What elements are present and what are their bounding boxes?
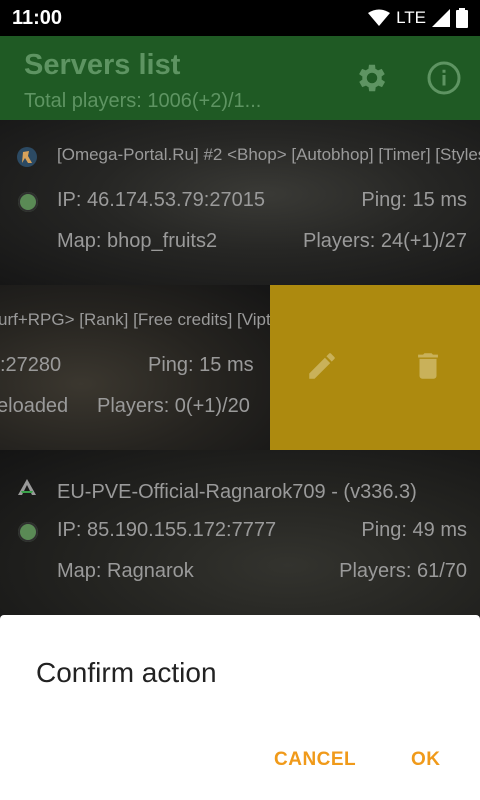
battery-icon	[456, 8, 468, 28]
status-time: 11:00	[12, 7, 63, 29]
wifi-icon	[368, 9, 391, 26]
server-name: [Omega-Portal.Ru] #2 <Bhop> [Autobhop] […	[57, 145, 480, 164]
server-ip: :27280	[0, 354, 62, 376]
signal-icon	[432, 9, 450, 27]
server-name: urf+RPG> [Rank] [Free credits] [Viptest]	[0, 310, 299, 329]
server-map: Map: bhop_fruits2	[57, 230, 218, 252]
server-card[interactable]: EU-PVE-Official-Ragnarok709 - (v336.3) I…	[0, 450, 480, 615]
settings-icon[interactable]	[354, 60, 390, 96]
server-ping: Ping: 15 ms	[361, 189, 467, 211]
server-ping: Ping: 15 ms	[148, 354, 254, 376]
server-map: eloaded	[0, 395, 69, 417]
server-ping: Ping: 49 ms	[361, 519, 467, 541]
server-ip: IP: 46.174.53.79:27015	[57, 189, 265, 211]
status-dot	[18, 522, 38, 542]
delete-icon[interactable]	[411, 349, 445, 383]
status-dot	[18, 192, 38, 212]
server-map: Map: Ragnarok	[57, 560, 194, 582]
csgo-icon	[17, 147, 37, 167]
server-players: Players: 24(+1)/27	[303, 230, 467, 252]
server-players: Players: 0(+1)/20	[97, 395, 250, 417]
page-title: Servers list	[24, 49, 181, 81]
cancel-button[interactable]: CANCEL	[274, 749, 356, 771]
server-players: Players: 61/70	[339, 560, 467, 582]
dialog-title: Confirm action	[36, 657, 217, 688]
app-bar: Servers list Total players: 1006(+2)/1..…	[0, 36, 480, 120]
ark-icon	[18, 479, 36, 495]
server-ip: IP: 85.190.155.172:7777	[57, 519, 277, 541]
total-players-subtitle: Total players: 1006(+2)/1...	[24, 90, 262, 112]
server-card-swiped[interactable]: urf+RPG> [Rank] [Free credits] [Viptest]…	[0, 285, 480, 450]
status-bar: 11:00 LTE	[0, 0, 480, 36]
confirm-dialog: Confirm action CANCEL OK	[0, 615, 480, 800]
edit-icon[interactable]	[305, 349, 339, 383]
status-icons: LTE	[368, 8, 468, 28]
server-card[interactable]: [Omega-Portal.Ru] #2 <Bhop> [Autobhop] […	[0, 120, 480, 285]
ok-button[interactable]: OK	[411, 749, 441, 771]
info-icon[interactable]	[426, 60, 462, 96]
swipe-actions	[270, 285, 480, 450]
server-name: EU-PVE-Official-Ragnarok709 - (v336.3)	[57, 481, 417, 503]
network-type: LTE	[396, 8, 426, 27]
